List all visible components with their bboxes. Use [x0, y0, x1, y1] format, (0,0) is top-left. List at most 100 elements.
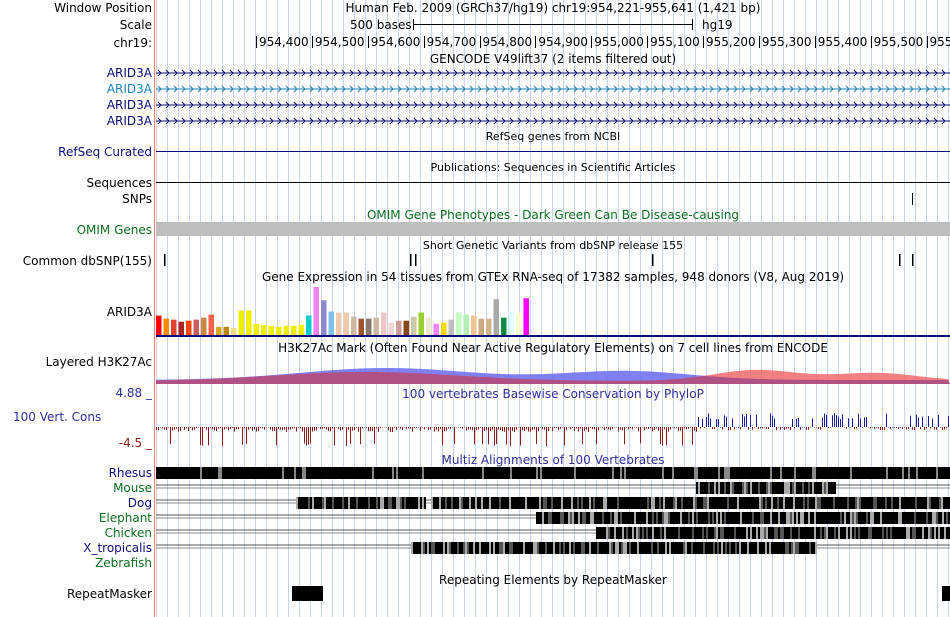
gtex-tissue-bar[interactable]	[298, 324, 305, 335]
gtex-tissue-bar[interactable]	[388, 322, 395, 335]
gtex-tissue-bar[interactable]	[501, 317, 507, 335]
gtex-tissue-bar[interactable]	[343, 312, 350, 335]
gtex-tissue-bar[interactable]	[328, 311, 335, 335]
gtex-tissue-bar[interactable]	[156, 315, 162, 335]
refseq-track-title[interactable]: RefSeq genes from NCBI	[156, 130, 950, 144]
gtex-tissue-bar[interactable]	[253, 323, 260, 335]
dbsnp-track-title[interactable]: Short Genetic Variants from dbSNP releas…	[156, 239, 950, 253]
snp-mark[interactable]	[410, 254, 412, 266]
phylop-conservation-wiggle[interactable]	[156, 402, 950, 452]
gtex-tissue-bar[interactable]	[216, 326, 222, 335]
gtex-tissue-bar[interactable]	[441, 322, 447, 335]
gtex-tissue-bar[interactable]	[463, 314, 470, 335]
gencode-item-label[interactable]: ARID3A	[0, 82, 152, 96]
omim-track-label[interactable]: OMIM Genes	[0, 223, 152, 237]
gtex-tissue-bar[interactable]	[471, 315, 477, 335]
omim-gene-bar[interactable]	[156, 222, 950, 236]
multiz-species-row[interactable]	[156, 542, 950, 554]
h3k27ac-track-title[interactable]: H3K27Ac Mark (Often Found Near Active Re…	[156, 341, 950, 355]
multiz-species-label[interactable]: X_tropicalis	[0, 541, 152, 555]
gtex-tissue-bar[interactable]	[223, 326, 230, 335]
gtex-tissue-bar[interactable]	[321, 300, 327, 335]
repeat-element[interactable]	[292, 586, 323, 601]
repeatmasker-track-title[interactable]: Repeating Elements by RepeatMasker	[156, 573, 950, 587]
gtex-tissue-bar[interactable]	[238, 310, 245, 335]
multiz-alignments[interactable]	[156, 466, 950, 572]
gtex-tissue-bar[interactable]	[268, 325, 275, 335]
gtex-tissue-bar[interactable]	[433, 323, 440, 335]
gtex-track-title[interactable]: Gene Expression in 54 tissues from GTEx …	[156, 270, 950, 284]
gtex-tissue-bar[interactable]	[283, 325, 290, 335]
gtex-tissue-bar[interactable]	[426, 317, 432, 335]
multiz-species-row[interactable]	[156, 527, 950, 539]
gtex-tissue-bar[interactable]	[523, 298, 530, 335]
gencode-item-label[interactable]: ARID3A	[0, 114, 152, 128]
multiz-species-label[interactable]: Rhesus	[0, 466, 152, 480]
gtex-tissue-bar[interactable]	[261, 324, 267, 335]
gtex-expression-chart[interactable]	[156, 285, 950, 337]
gtex-tissue-bar[interactable]	[186, 320, 192, 335]
multiz-species-row[interactable]	[156, 467, 950, 479]
gencode-item-label[interactable]: ARID3A	[0, 66, 152, 80]
multiz-species-label[interactable]: Elephant	[0, 511, 152, 525]
phylop-track-label[interactable]: 100 Vert. Cons	[13, 410, 153, 424]
multiz-species-row[interactable]	[156, 497, 950, 509]
repeatmasker-track-label[interactable]: RepeatMasker	[0, 587, 152, 601]
multiz-track-title[interactable]: Multiz Alignments of 100 Vertebrates	[156, 453, 950, 467]
gtex-tissue-bar[interactable]	[193, 319, 200, 335]
gencode-transcript[interactable]	[156, 101, 950, 109]
gencode-transcript[interactable]	[156, 117, 950, 125]
gtex-tissue-bar[interactable]	[493, 299, 500, 335]
publications-snps-label[interactable]: SNPs	[0, 192, 152, 206]
refseq-track-label[interactable]: RefSeq Curated	[0, 145, 152, 159]
h3k27ac-track-label[interactable]: Layered H3K27Ac	[0, 355, 152, 369]
publications-sequences-label[interactable]: Sequences	[0, 176, 152, 190]
base-position-ruler[interactable]: 954,400 954,500 954,600 954,700 954,800 954,9…	[156, 34, 950, 50]
multiz-species-label[interactable]: Dog	[0, 496, 152, 510]
gtex-tissue-bar[interactable]	[381, 312, 387, 335]
gtex-tissue-bar[interactable]	[411, 316, 417, 335]
h3k27ac-signal[interactable]	[156, 354, 950, 384]
gtex-tissue-bar[interactable]	[478, 318, 485, 335]
omim-track-title[interactable]: OMIM Gene Phenotypes - Dark Green Can Be…	[156, 208, 950, 222]
gtex-tissue-bar[interactable]	[508, 311, 515, 335]
gtex-tissue-bar[interactable]	[448, 319, 455, 335]
multiz-species-row[interactable]	[156, 512, 950, 524]
publications-sequence-line[interactable]	[156, 182, 950, 183]
gtex-tissue-bar[interactable]	[313, 287, 320, 335]
gencode-transcript[interactable]	[156, 85, 950, 93]
repeat-element[interactable]	[942, 586, 950, 601]
phylop-track-title[interactable]: 100 vertebrates Basewise Conservation by…	[156, 387, 950, 401]
gtex-tissue-bar[interactable]	[208, 314, 215, 335]
gtex-tissue-bar[interactable]	[396, 320, 402, 335]
gtex-tissue-bar[interactable]	[358, 318, 365, 335]
gtex-tissue-bar[interactable]	[246, 310, 252, 335]
gtex-tissue-bar[interactable]	[276, 326, 282, 335]
gtex-tissue-bar[interactable]	[291, 325, 297, 335]
gencode-transcript[interactable]	[156, 69, 950, 77]
gtex-tissue-bar[interactable]	[306, 315, 312, 335]
multiz-species-label[interactable]: Zebrafish	[0, 556, 152, 570]
gtex-tissue-bar[interactable]	[178, 321, 185, 335]
publication-snp-mark[interactable]	[912, 193, 913, 205]
gencode-item-label[interactable]: ARID3A	[0, 98, 152, 112]
multiz-species-label[interactable]: Chicken	[0, 526, 152, 540]
assembly-title[interactable]: Human Feb. 2009 (GRCh37/hg19) chr19:954,…	[156, 1, 950, 15]
gtex-tissue-bar[interactable]	[201, 317, 207, 335]
refseq-gene-line[interactable]	[156, 151, 950, 152]
dbsnp-variant-marks[interactable]	[156, 253, 950, 267]
multiz-species-label[interactable]: Mouse	[0, 481, 152, 495]
snp-mark[interactable]	[164, 254, 166, 266]
gtex-tissue-bar[interactable]	[231, 327, 237, 335]
snp-mark[interactable]	[415, 254, 417, 266]
gtex-gene-label[interactable]: ARID3A	[0, 305, 152, 319]
gtex-tissue-bar[interactable]	[516, 312, 522, 335]
snp-mark[interactable]	[899, 254, 901, 266]
gtex-tissue-bar[interactable]	[456, 312, 462, 335]
gtex-tissue-bar[interactable]	[418, 312, 425, 335]
publications-track-title[interactable]: Publications: Sequences in Scientific Ar…	[156, 161, 950, 175]
gtex-tissue-bar[interactable]	[486, 318, 492, 335]
snp-mark[interactable]	[912, 254, 914, 266]
dbsnp-track-label[interactable]: Common dbSNP(155)	[0, 254, 152, 268]
gtex-tissue-bar[interactable]	[336, 312, 342, 335]
